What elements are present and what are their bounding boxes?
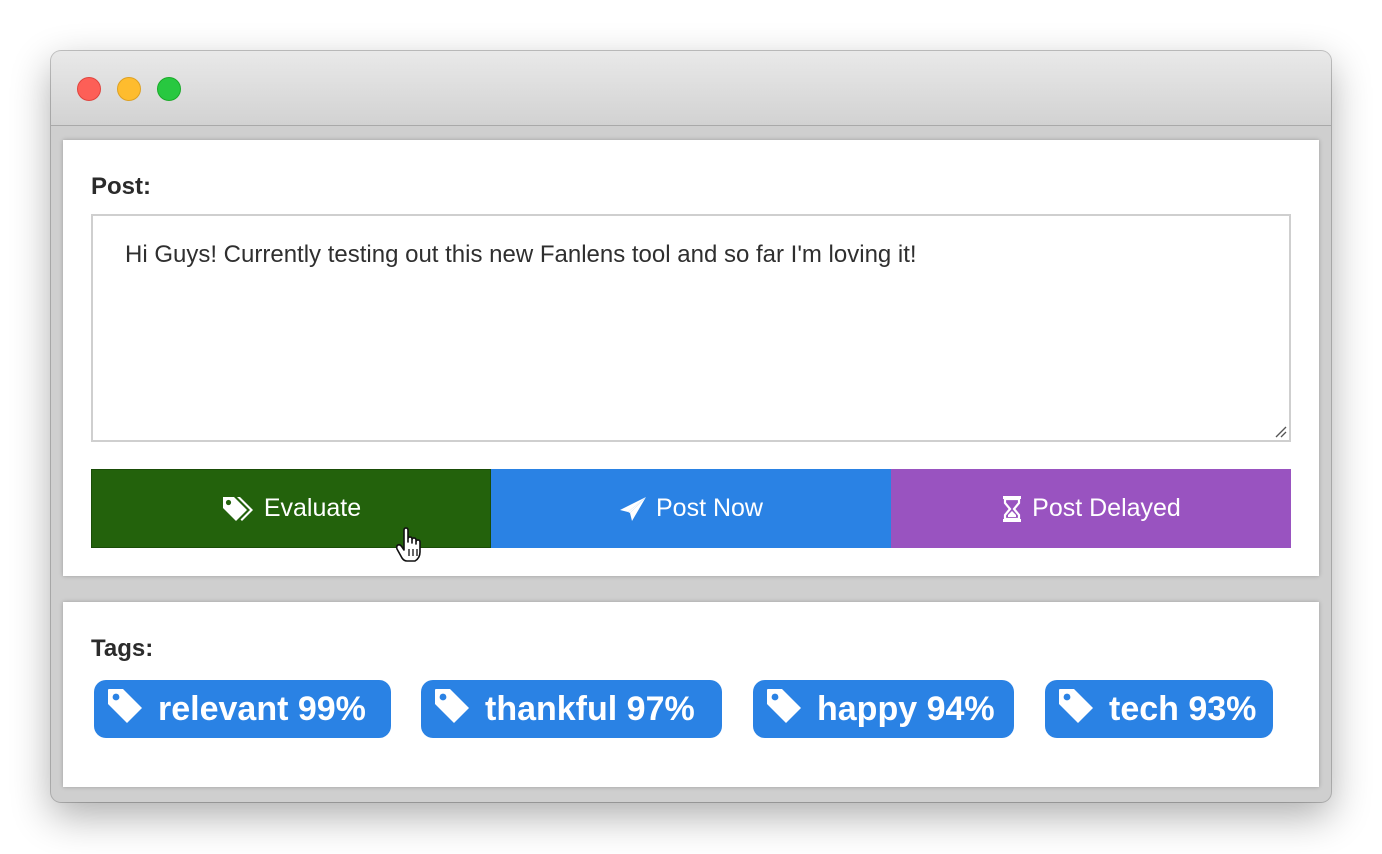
resize-grip-icon[interactable] — [1275, 426, 1287, 438]
post-delayed-button[interactable]: Post Delayed — [891, 469, 1291, 548]
evaluate-button[interactable]: Evaluate — [91, 469, 491, 548]
post-panel: Post: Hi Guys! Currently testing out thi… — [63, 140, 1319, 576]
post-delayed-label: Post Delayed — [1032, 494, 1181, 522]
title-bar — [51, 51, 1331, 126]
tags-label: Tags: — [91, 635, 154, 662]
post-now-label: Post Now — [656, 494, 763, 522]
tags-icon — [221, 495, 255, 523]
paper-plane-icon — [619, 496, 647, 522]
evaluate-label: Evaluate — [263, 494, 362, 522]
tag-badge: tech 93% — [1045, 680, 1273, 738]
tag-label: happy 94% — [817, 689, 995, 728]
tag-badge: relevant 99% — [94, 680, 391, 738]
close-window-button[interactable] — [77, 77, 101, 101]
post-textarea[interactable]: Hi Guys! Currently testing out this new … — [91, 214, 1291, 442]
tag-icon — [106, 687, 144, 725]
hand-cursor-icon — [395, 527, 421, 562]
hourglass-icon — [1001, 495, 1023, 523]
tag-label: relevant 99% — [158, 689, 366, 728]
tags-panel: Tags: relevant 99% thankful 97% happy 94… — [63, 602, 1319, 787]
maximize-window-button[interactable] — [157, 77, 181, 101]
tag-label: tech 93% — [1109, 689, 1257, 728]
tag-label: thankful 97% — [485, 689, 695, 728]
tag-icon — [433, 687, 471, 725]
post-now-button[interactable]: Post Now — [491, 469, 891, 548]
minimize-window-button[interactable] — [117, 77, 141, 101]
tag-badge: happy 94% — [753, 680, 1014, 738]
tag-icon — [1057, 687, 1095, 725]
app-window: Post: Hi Guys! Currently testing out thi… — [51, 51, 1331, 802]
tag-badge: thankful 97% — [421, 680, 722, 738]
post-label: Post: — [91, 173, 151, 200]
tag-icon — [765, 687, 803, 725]
